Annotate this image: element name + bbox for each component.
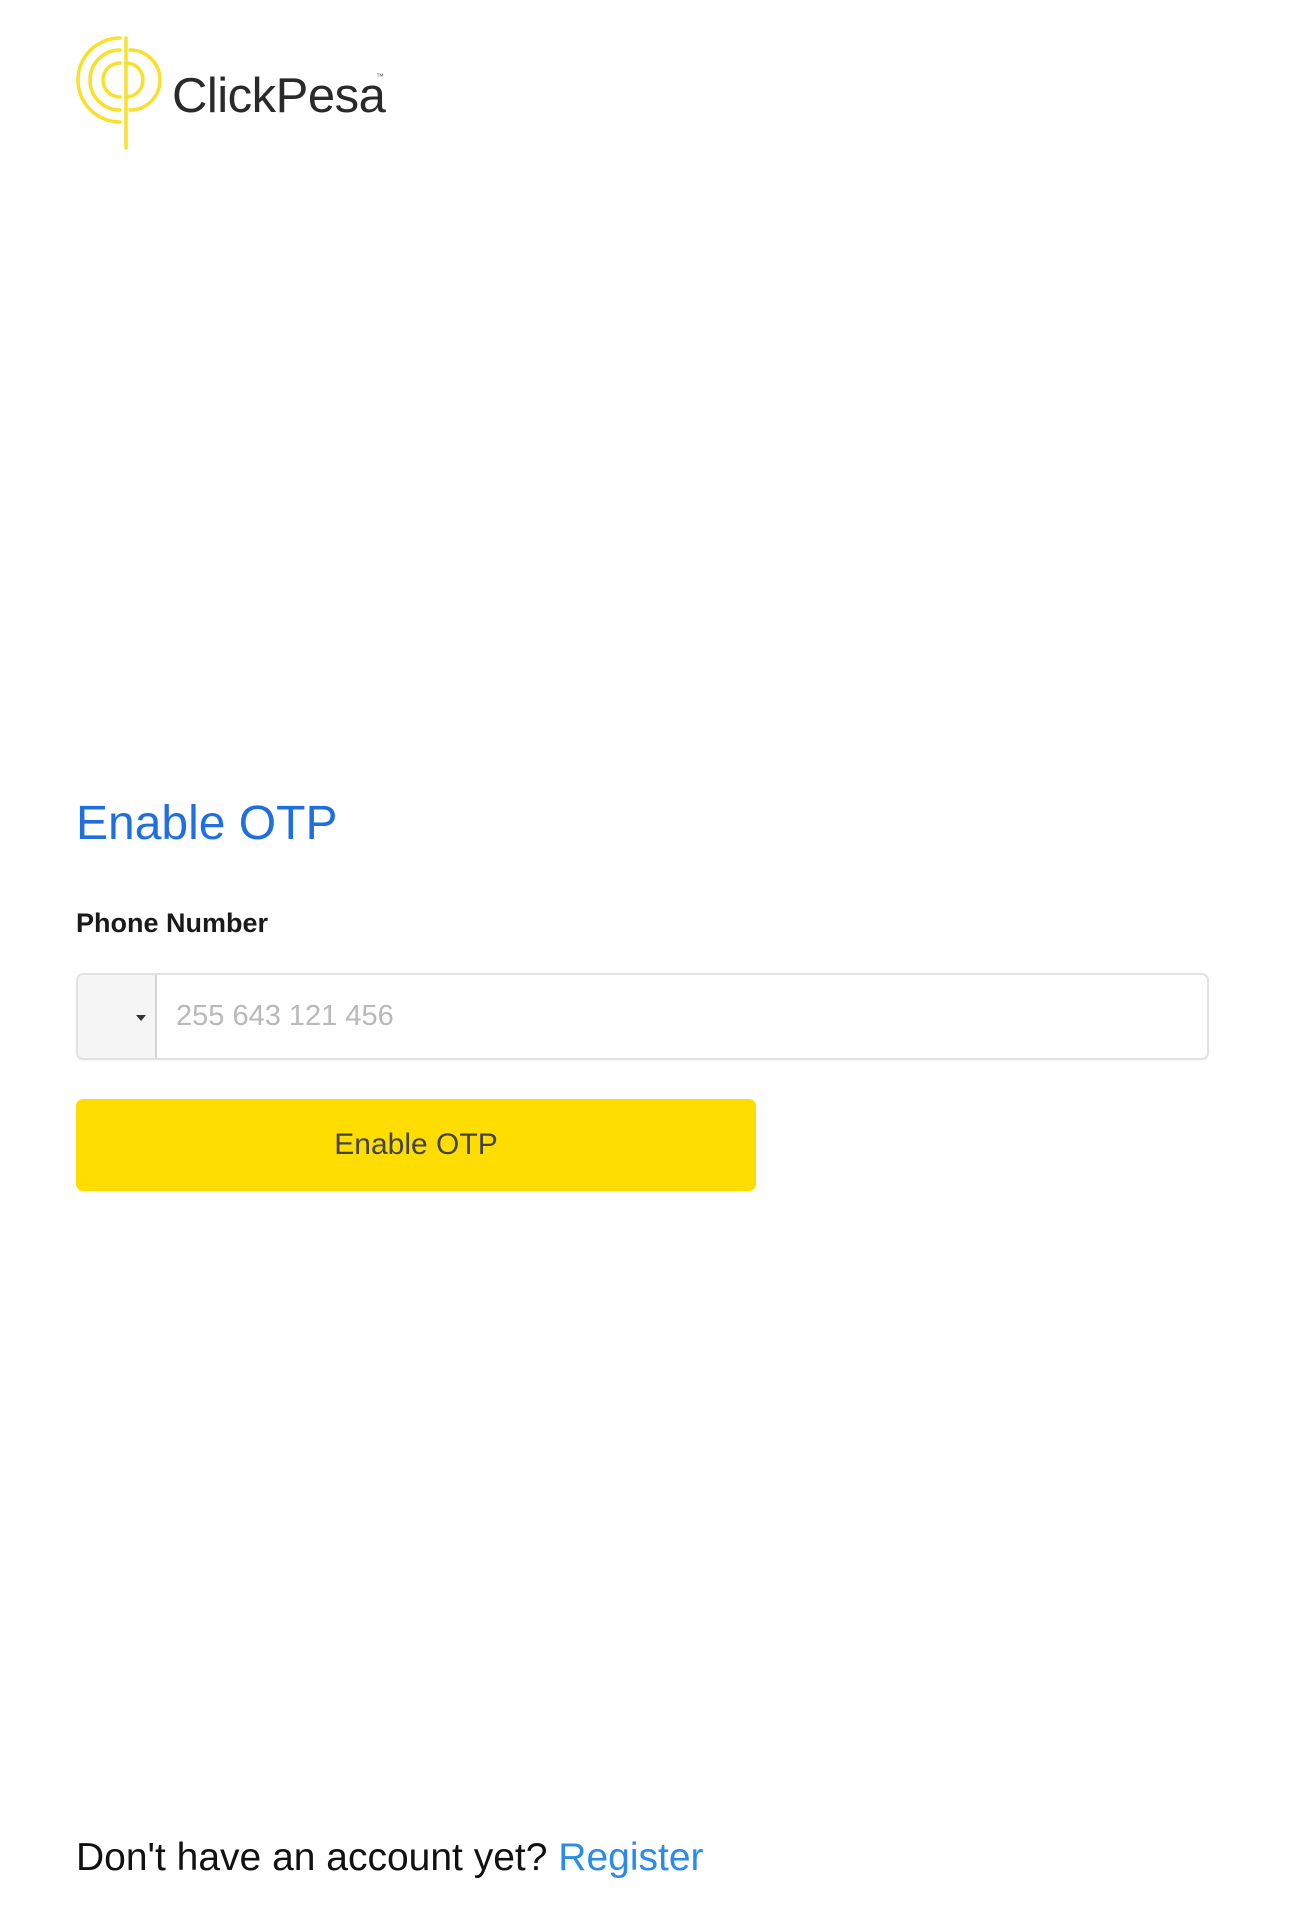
enable-otp-button[interactable]: Enable OTP	[76, 1099, 756, 1191]
caret-down-icon	[136, 1015, 146, 1021]
clickpesa-logo[interactable]: ClickPesa ™	[74, 32, 386, 152]
country-code-select[interactable]	[78, 975, 157, 1058]
brand-name: ClickPesa	[172, 69, 386, 123]
phone-number-input[interactable]	[157, 975, 1207, 1058]
register-prompt: Don't have an account yet? Register	[76, 1836, 704, 1880]
register-prompt-text: Don't have an account yet?	[76, 1836, 548, 1879]
phone-number-field	[76, 973, 1209, 1060]
trademark-symbol: ™	[376, 72, 384, 81]
clickpesa-logo-mark-icon	[76, 36, 162, 150]
phone-number-label: Phone Number	[76, 908, 269, 938]
page-title: Enable OTP	[76, 797, 338, 850]
enable-otp-page: ClickPesa ™ Enable OTP Phone Number Enab…	[0, 0, 1308, 1920]
register-link[interactable]: Register	[558, 1836, 703, 1879]
